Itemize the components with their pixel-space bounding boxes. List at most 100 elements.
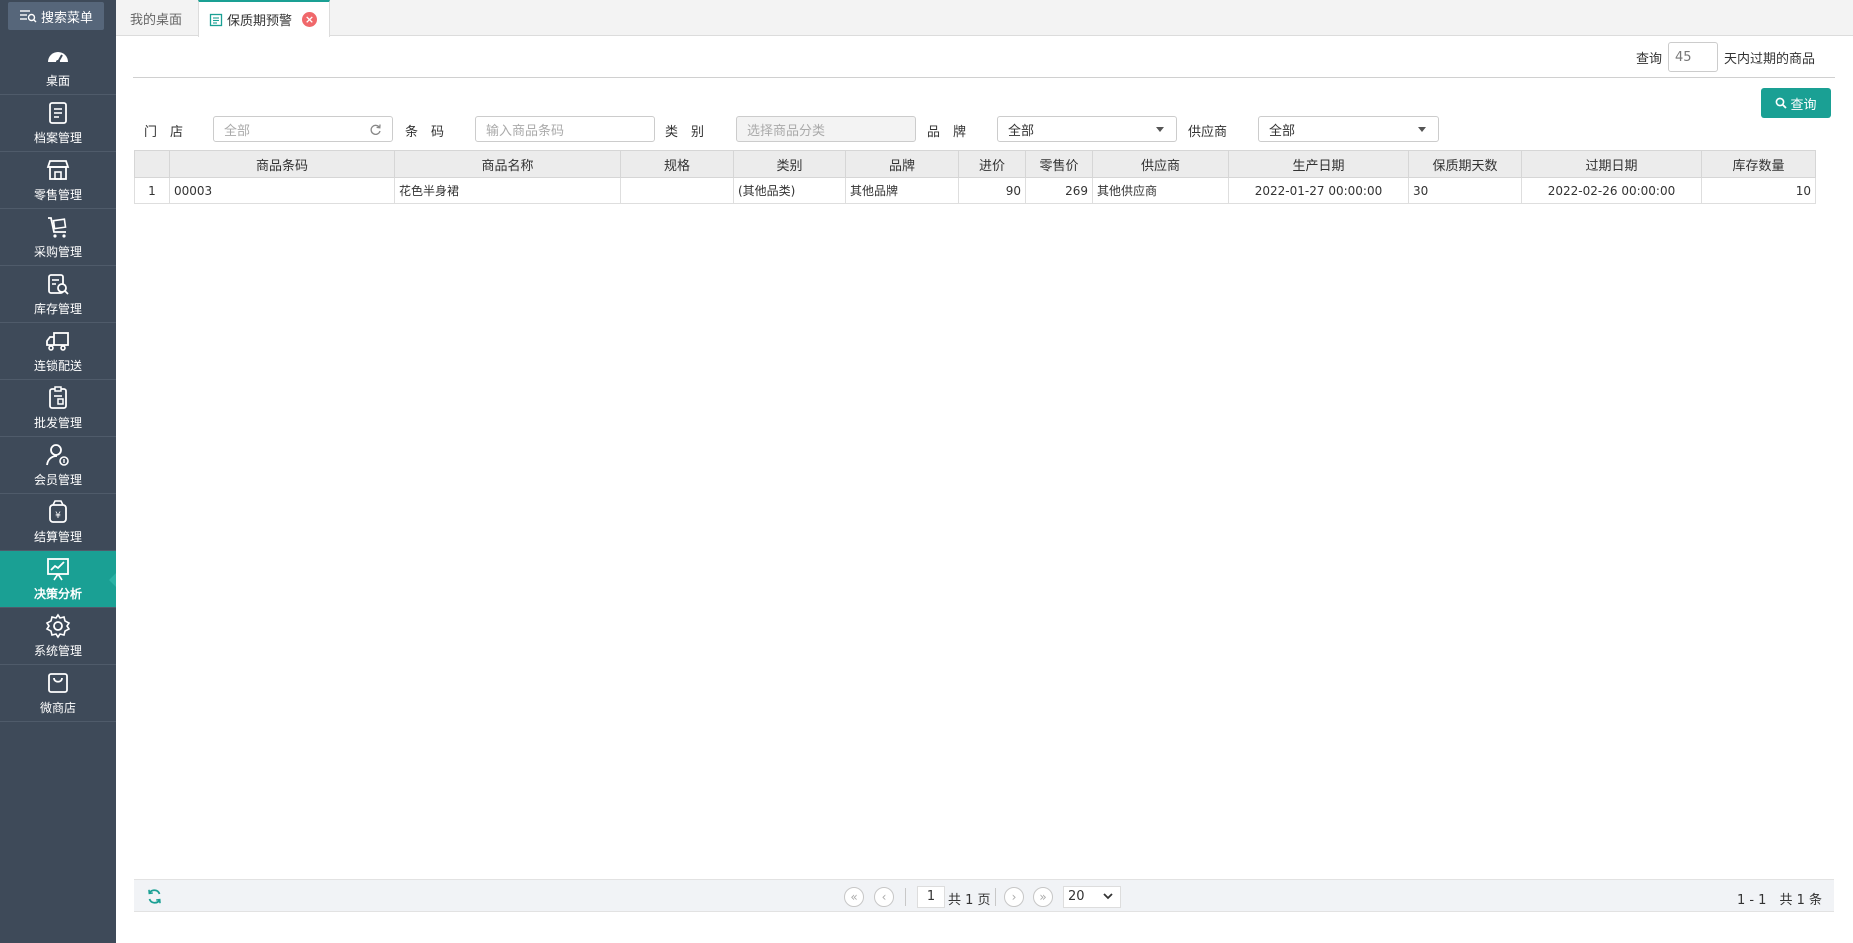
page-size-select[interactable]: 20 [1063, 886, 1121, 908]
store-select[interactable]: 全部 [213, 116, 393, 142]
sidebar-item-member[interactable]: 会员管理 [0, 437, 116, 494]
barcode-input[interactable]: 输入商品条码 [475, 116, 655, 142]
days-query: 查询 天内过期的商品 [1636, 42, 1815, 72]
column-header-brand[interactable]: 品牌 [845, 150, 959, 178]
close-icon[interactable]: × [302, 12, 318, 27]
cell-name: 花色半身裙 [394, 177, 621, 204]
delivery-truck-icon [45, 328, 71, 354]
cell-production-date: 2022-01-27 00:00:00 [1228, 177, 1409, 204]
dashboard-icon [45, 43, 71, 69]
sidebar-item-label: 决策分析 [33, 587, 82, 601]
cell-index: 1 [134, 177, 170, 204]
cell-stock-qty: 10 [1701, 177, 1816, 204]
tab-my-desktop[interactable]: 我的桌面 [116, 0, 198, 36]
cell-retail-price: 269 [1025, 177, 1093, 204]
sidebar-item-analytics[interactable]: 决策分析 [0, 551, 116, 608]
column-header-stock-qty[interactable]: 库存数量 [1701, 150, 1816, 178]
cell-category: (其他品类) [733, 177, 846, 204]
sidebar-item-archive[interactable]: 档案管理 [0, 95, 116, 152]
sidebar-item-label: 系统管理 [33, 644, 82, 658]
settings-icon [45, 613, 71, 639]
sidebar-item-settlement[interactable]: ¥ 结算管理 [0, 494, 116, 551]
dropdown-caret-icon [1418, 126, 1426, 132]
brand-select[interactable]: 全部 [997, 116, 1177, 142]
archive-icon [45, 100, 71, 126]
next-page-button[interactable]: › [1004, 887, 1024, 907]
store-label: 门 店 [144, 125, 184, 140]
sidebar-item-microshop[interactable]: 微商店 [0, 665, 116, 722]
record-count: 1 - 1 共 1 条 [1736, 893, 1822, 908]
dropdown-caret-icon [1156, 126, 1164, 132]
cell-brand: 其他品牌 [845, 177, 959, 204]
analytics-icon [45, 556, 71, 582]
cell-cost: 90 [958, 177, 1026, 204]
sidebar-item-label: 批发管理 [33, 416, 82, 430]
search-menu-button[interactable]: 搜索菜单 [8, 2, 104, 30]
sidebar: 搜索菜单 桌面 档案管理 零售管理 采购管理 库存管理 连锁配送 批发管理 会员… [0, 0, 116, 943]
cell-shelf-life-days: 30 [1408, 177, 1522, 204]
refresh-icon[interactable] [146, 888, 163, 905]
cell-expiry-date: 2022-02-26 00:00:00 [1521, 177, 1702, 204]
column-header-shelf-life-days[interactable]: 保质期天数 [1408, 150, 1522, 178]
column-header-category[interactable]: 类别 [733, 150, 846, 178]
column-header-retail-price[interactable]: 零售价 [1025, 150, 1093, 178]
supplier-label: 供应商 [1188, 125, 1228, 140]
days-query-suffix: 天内过期的商品 [1723, 51, 1815, 67]
cell-barcode: 00003 [169, 177, 395, 204]
sidebar-item-inventory[interactable]: 库存管理 [0, 266, 116, 323]
sidebar-item-label: 采购管理 [33, 245, 82, 259]
column-header-supplier[interactable]: 供应商 [1092, 150, 1229, 178]
category-label: 类 别 [665, 125, 705, 140]
tab-bar: 我的桌面 保质期预警 × [116, 0, 1853, 37]
column-header-production-date[interactable]: 生产日期 [1228, 150, 1409, 178]
sidebar-item-delivery[interactable]: 连锁配送 [0, 323, 116, 380]
query-button[interactable]: 查询 [1761, 88, 1831, 118]
sidebar-item-label: 微商店 [39, 701, 76, 715]
column-header-expiry-date[interactable]: 过期日期 [1521, 150, 1702, 178]
shop-bag-icon [45, 670, 71, 696]
refresh-icon[interactable] [369, 123, 382, 136]
divider [133, 77, 1835, 78]
sidebar-item-retail[interactable]: 零售管理 [0, 152, 116, 209]
category-input[interactable]: 选择商品分类 [736, 116, 916, 142]
search-icon [1776, 97, 1788, 109]
active-indicator [109, 573, 116, 587]
column-header-cost[interactable]: 进价 [958, 150, 1026, 178]
column-header-name[interactable]: 商品名称 [394, 150, 621, 178]
last-page-button[interactable]: » [1033, 887, 1053, 907]
store-icon [45, 157, 71, 183]
tab-shelf-life-warning[interactable]: 保质期预警 × [198, 0, 330, 37]
table-header-row: 商品条码 商品名称 规格 类别 品牌 进价 零售价 供应商 生产日期 保质期天数… [134, 150, 1816, 178]
sidebar-item-system[interactable]: 系统管理 [0, 608, 116, 665]
inventory-icon [45, 271, 71, 297]
sidebar-item-label: 结算管理 [33, 530, 82, 544]
sidebar-item-desktop[interactable]: 桌面 [0, 38, 116, 95]
cell-spec [620, 177, 734, 204]
column-header-spec[interactable]: 规格 [620, 150, 734, 178]
pager-separator [905, 888, 906, 906]
member-icon [45, 442, 71, 468]
data-table: 商品条码 商品名称 规格 类别 品牌 进价 零售价 供应商 生产日期 保质期天数… [134, 150, 1816, 204]
days-query-prefix: 查询 [1635, 51, 1662, 67]
search-list-icon [19, 10, 37, 23]
wholesale-icon [45, 385, 71, 411]
sidebar-item-label: 档案管理 [33, 131, 82, 145]
sidebar-item-label: 桌面 [45, 74, 70, 88]
days-input[interactable] [1667, 42, 1718, 72]
page-total: 共 1 页 [948, 893, 991, 908]
sidebar-item-label: 连锁配送 [33, 359, 82, 373]
settlement-icon: ¥ [45, 499, 71, 525]
sidebar-item-purchase[interactable]: 采购管理 [0, 209, 116, 266]
query-button-label: 查询 [1790, 97, 1817, 113]
column-header-barcode[interactable]: 商品条码 [169, 150, 395, 178]
pagination-bar: « ‹ 1 共 1 页 › » 20 1 - 1 共 1 条 [134, 879, 1834, 912]
store-value: 全部 [224, 123, 251, 139]
sidebar-item-wholesale[interactable]: 批发管理 [0, 380, 116, 437]
sidebar-item-label: 库存管理 [33, 302, 82, 316]
page-number-input[interactable]: 1 [917, 886, 945, 908]
first-page-button[interactable]: « [844, 887, 864, 907]
page-size-value: 20 [1068, 889, 1085, 904]
supplier-select[interactable]: 全部 [1258, 116, 1439, 142]
table-row[interactable]: 1 00003 花色半身裙 (其他品类) 其他品牌 90 269 其他供应商 2… [134, 177, 1816, 204]
prev-page-button[interactable]: ‹ [874, 887, 894, 907]
